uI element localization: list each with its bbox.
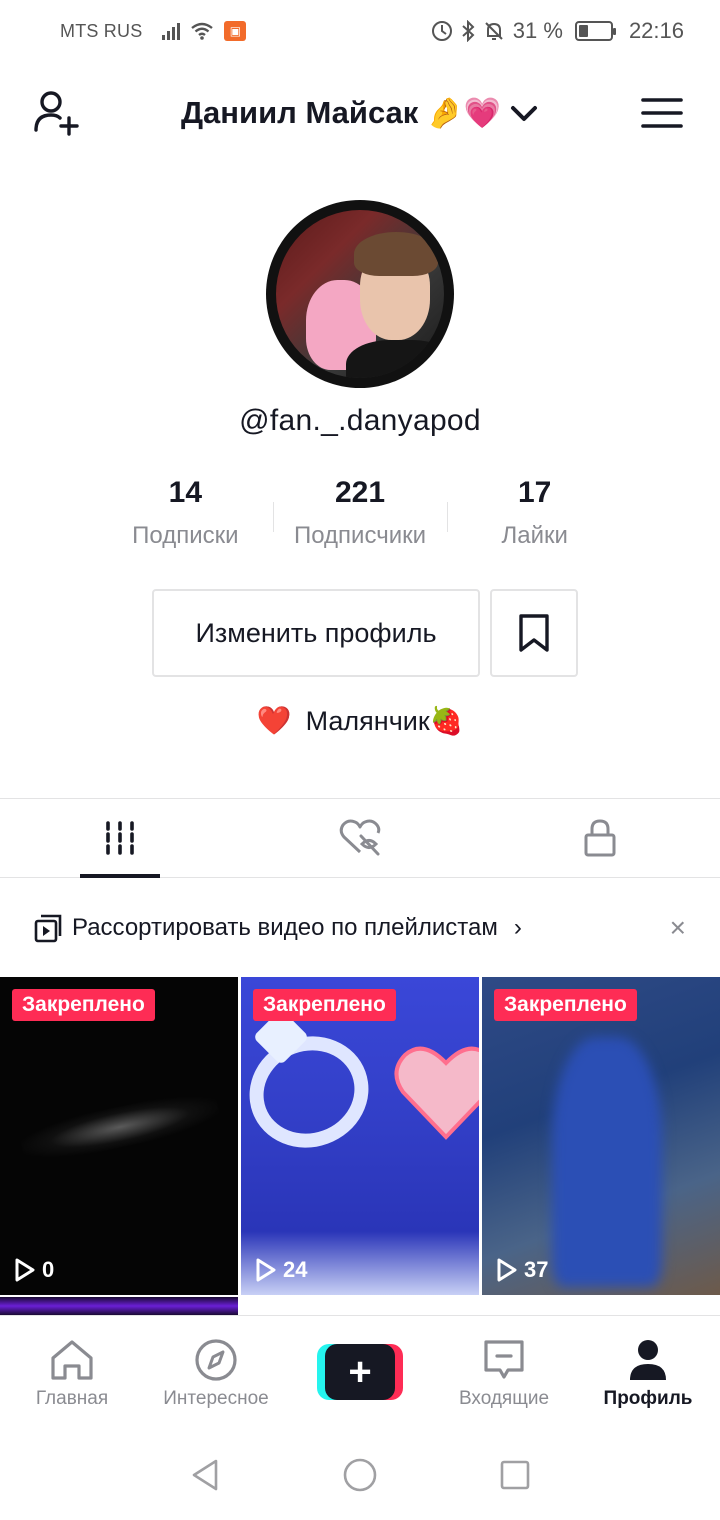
playlist-banner-text: Рассортировать видео по плейлистам bbox=[72, 914, 498, 941]
person-icon bbox=[630, 1340, 666, 1380]
view-count: 37 bbox=[496, 1257, 548, 1283]
page-title: Даниил Майсак bbox=[180, 95, 419, 130]
profile-stats: 14 Подписки 221 Подписчики 17 Лайки bbox=[98, 476, 622, 560]
plus-icon: + bbox=[325, 1344, 395, 1400]
nav-discover[interactable]: Интересное bbox=[144, 1316, 288, 1425]
video-tile[interactable]: Закреплено 37 bbox=[482, 977, 720, 1295]
status-left: MTS RUS ▣ bbox=[60, 20, 247, 42]
person-shape bbox=[552, 1037, 662, 1287]
view-count-value: 37 bbox=[524, 1257, 549, 1282]
hair-shape bbox=[354, 232, 438, 276]
profile-tabs bbox=[0, 798, 720, 878]
wifi-icon bbox=[191, 22, 214, 40]
battery-percent: 31 % bbox=[512, 18, 563, 43]
chevron-right-icon: › bbox=[513, 914, 522, 941]
avatar[interactable] bbox=[266, 200, 454, 388]
stat-label: Лайки bbox=[501, 522, 568, 549]
nav-label: Входящие bbox=[458, 1388, 550, 1409]
pinned-badge: Закреплено bbox=[494, 989, 637, 1021]
inbox-icon bbox=[484, 1340, 524, 1379]
avatar-image bbox=[276, 210, 444, 378]
lock-icon bbox=[584, 819, 616, 857]
bottom-nav: Главная Интересное + Входящие Профиль bbox=[0, 1315, 720, 1425]
add-user-icon bbox=[34, 91, 79, 136]
menu-button[interactable] bbox=[634, 85, 690, 141]
video-tile[interactable]: Закреплено 24 bbox=[241, 977, 479, 1295]
heart-emoji: ❤️ bbox=[256, 705, 292, 736]
carrier-label: MTS RUS bbox=[60, 20, 143, 41]
account-switcher[interactable]: Даниил Майсак 🤌💗 bbox=[181, 95, 539, 131]
playlist-banner: Рассортировать видео по плейлистам › × bbox=[0, 896, 720, 960]
view-count: 0 bbox=[14, 1257, 54, 1283]
status-bar: MTS RUS ▣ 31 % 22:16 bbox=[0, 0, 720, 62]
clock: 22:16 bbox=[628, 18, 684, 43]
status-right: 31 % 22:16 bbox=[431, 18, 684, 44]
nav-label: Главная bbox=[35, 1388, 109, 1409]
shirt-shape bbox=[346, 340, 444, 378]
stat-following[interactable]: 14 Подписки bbox=[98, 476, 273, 560]
mute-bell-icon bbox=[485, 22, 503, 40]
nav-profile[interactable]: Профиль bbox=[576, 1316, 720, 1425]
nav-label: Профиль bbox=[603, 1388, 693, 1409]
view-count-value: 24 bbox=[283, 1257, 308, 1282]
video-tile-partial[interactable] bbox=[0, 1297, 238, 1315]
bluetooth-icon bbox=[462, 20, 475, 42]
tab-liked[interactable] bbox=[240, 799, 480, 877]
nav-create[interactable]: + bbox=[288, 1316, 432, 1425]
data-saver-icon bbox=[431, 21, 452, 41]
bookmark-icon bbox=[519, 614, 549, 652]
profile-actions: Изменить профиль bbox=[152, 589, 578, 677]
view-count: 24 bbox=[255, 1257, 307, 1283]
home-icon bbox=[51, 1340, 93, 1380]
play-icon bbox=[256, 1258, 276, 1282]
pinned-badge: Закреплено bbox=[253, 989, 396, 1021]
create-button[interactable]: + bbox=[317, 1344, 403, 1400]
pinned-badge: Закреплено bbox=[12, 989, 155, 1021]
home-circle-icon[interactable] bbox=[342, 1457, 378, 1493]
system-nav-bar bbox=[0, 1430, 720, 1520]
bio: ❤️ Малянчик🍓 bbox=[0, 704, 720, 737]
title-emoji: 🤌💗 bbox=[426, 96, 502, 130]
play-icon bbox=[497, 1258, 517, 1282]
edit-profile-button[interactable]: Изменить профиль bbox=[152, 589, 480, 677]
grid-icon bbox=[106, 821, 134, 855]
close-icon[interactable]: × bbox=[670, 912, 686, 944]
hidden-heart-icon bbox=[339, 819, 381, 856]
heart-shape bbox=[394, 1046, 479, 1140]
bio-text: Малянчик🍓 bbox=[305, 705, 464, 736]
profile-header: Даниил Майсак 🤌💗 bbox=[0, 70, 720, 156]
play-icon bbox=[15, 1258, 35, 1282]
username: @fan._.danyapod bbox=[239, 404, 481, 437]
signal-icon bbox=[162, 22, 181, 40]
stat-followers[interactable]: 221 Подписчики bbox=[272, 476, 448, 560]
view-count-value: 0 bbox=[42, 1257, 55, 1282]
stat-value: 17 bbox=[517, 476, 552, 509]
back-icon[interactable] bbox=[188, 1457, 222, 1493]
compass-icon bbox=[195, 1339, 237, 1381]
stat-value: 221 bbox=[334, 476, 386, 509]
stat-value: 14 bbox=[168, 476, 203, 509]
hamburger-menu-icon bbox=[641, 98, 683, 128]
notification-app-icon: ▣ bbox=[224, 21, 247, 41]
stat-label: Подписчики bbox=[293, 522, 427, 549]
nav-inbox[interactable]: Входящие bbox=[432, 1316, 576, 1425]
stat-label: Подписки bbox=[132, 522, 239, 549]
video-tile[interactable]: Закреплено 0 bbox=[0, 977, 238, 1295]
video-thumbnail bbox=[18, 1086, 222, 1168]
playlist-icon bbox=[34, 914, 62, 943]
favorites-button[interactable] bbox=[490, 589, 578, 677]
chevron-down-icon bbox=[511, 106, 538, 121]
battery-icon bbox=[574, 21, 616, 41]
tab-videos[interactable] bbox=[0, 799, 240, 878]
nav-home[interactable]: Главная bbox=[0, 1316, 144, 1425]
battery-fill bbox=[578, 25, 588, 37]
tab-private[interactable] bbox=[480, 799, 720, 877]
recents-icon[interactable] bbox=[498, 1458, 532, 1492]
nav-label: Интересное bbox=[163, 1388, 269, 1409]
playlist-banner-link[interactable]: Рассортировать видео по плейлистам › bbox=[34, 913, 522, 943]
stat-likes[interactable]: 17 Лайки bbox=[447, 476, 622, 560]
add-friend-button[interactable] bbox=[30, 85, 86, 141]
